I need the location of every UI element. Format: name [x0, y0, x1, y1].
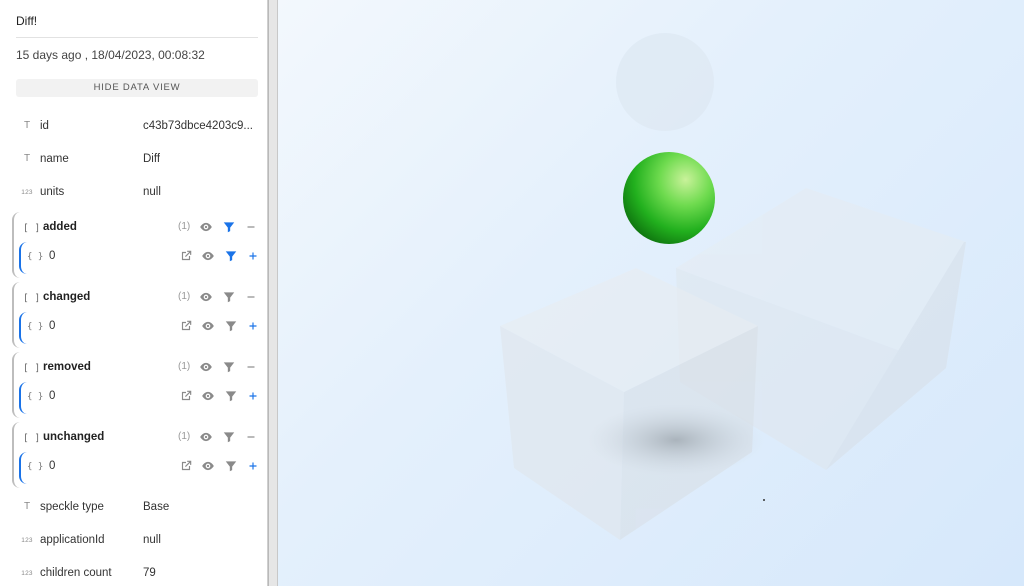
highlighted-sphere: [623, 152, 715, 244]
number-type-icon: 123: [21, 189, 33, 196]
collapse-minus-icon[interactable]: [244, 220, 258, 234]
number-type-icon: 123: [21, 537, 33, 544]
group-count: (1): [178, 431, 191, 442]
property-key: name: [40, 153, 69, 165]
expand-plus-icon[interactable]: [246, 319, 260, 333]
group-key: unchanged: [43, 431, 105, 443]
filter-icon[interactable]: [224, 249, 238, 263]
open-external-icon[interactable]: [179, 319, 193, 333]
filter-icon[interactable]: [224, 459, 238, 473]
property-row-children-count: 123 children count 79: [0, 562, 267, 586]
hide-data-view-button[interactable]: HIDE DATA VIEW: [16, 79, 258, 97]
open-external-icon[interactable]: [179, 459, 193, 473]
group-key: added: [43, 221, 77, 233]
property-row-id: T id c43b73dbce4203c9...: [0, 115, 267, 139]
filter-icon[interactable]: [222, 220, 236, 234]
group-key: removed: [43, 361, 91, 373]
property-value: null: [143, 186, 161, 198]
expand-plus-icon[interactable]: [246, 459, 260, 473]
eye-icon[interactable]: [201, 459, 215, 473]
array-icon: [ ]: [23, 433, 41, 444]
object-icon: { }: [27, 462, 44, 472]
property-row-name: T name Diff: [0, 148, 267, 172]
viewer-scene: [500, 33, 966, 540]
group-unchanged[interactable]: [ ] unchanged (1) { } 0: [12, 422, 264, 488]
eye-icon[interactable]: [201, 389, 215, 403]
child-item[interactable]: { } 0: [19, 382, 266, 414]
array-icon: [ ]: [23, 363, 41, 374]
3d-viewer-canvas[interactable]: [278, 0, 1024, 586]
scene-point: [763, 499, 765, 501]
eye-icon[interactable]: [199, 430, 213, 444]
ground-shadow: [588, 404, 764, 476]
group-count: (1): [178, 361, 191, 372]
property-key: children count: [40, 567, 112, 579]
child-key: 0: [49, 390, 56, 402]
open-external-icon[interactable]: [179, 389, 193, 403]
expand-plus-icon[interactable]: [246, 389, 260, 403]
open-external-icon[interactable]: [179, 249, 193, 263]
eye-icon[interactable]: [199, 220, 213, 234]
property-row-units: 123 units null: [0, 181, 267, 205]
property-key: speckle type: [40, 501, 104, 513]
object-title: Diff!: [16, 14, 38, 28]
property-value: c43b73dbce4203c9...: [143, 120, 253, 132]
property-value: null: [143, 534, 161, 546]
filter-icon[interactable]: [224, 319, 238, 333]
group-count: (1): [178, 291, 191, 302]
collapse-minus-icon[interactable]: [244, 360, 258, 374]
eye-icon[interactable]: [199, 290, 213, 304]
eye-icon[interactable]: [201, 249, 215, 263]
filter-icon[interactable]: [224, 389, 238, 403]
array-icon: [ ]: [23, 223, 41, 234]
ghost-cube-front: [500, 268, 758, 540]
filter-icon[interactable]: [222, 360, 236, 374]
text-type-icon: T: [23, 120, 31, 131]
child-key: 0: [49, 460, 56, 472]
data-view-panel: Diff! 15 days ago , 18/04/2023, 00:08:32…: [0, 0, 268, 586]
object-icon: { }: [27, 322, 44, 332]
array-icon: [ ]: [23, 293, 41, 304]
number-type-icon: 123: [21, 570, 33, 577]
text-type-icon: T: [23, 153, 31, 164]
property-value: 79: [143, 567, 156, 579]
title-divider: [16, 37, 258, 38]
child-item[interactable]: { } 0: [19, 312, 266, 344]
child-item[interactable]: { } 0: [19, 242, 266, 274]
object-icon: { }: [27, 392, 44, 402]
ghost-sphere: [616, 33, 714, 131]
filter-icon[interactable]: [222, 290, 236, 304]
expand-plus-icon[interactable]: [246, 249, 260, 263]
group-removed[interactable]: [ ] removed (1) { } 0: [12, 352, 264, 418]
group-added[interactable]: [ ] added (1) { } 0: [12, 212, 264, 278]
property-value: Base: [143, 501, 170, 513]
property-key: applicationId: [40, 534, 105, 546]
panel-resize-handle[interactable]: [268, 0, 278, 586]
text-type-icon: T: [23, 501, 31, 512]
eye-icon[interactable]: [201, 319, 215, 333]
child-key: 0: [49, 320, 56, 332]
property-value: Diff: [143, 153, 161, 165]
collapse-minus-icon[interactable]: [244, 430, 258, 444]
collapse-minus-icon[interactable]: [244, 290, 258, 304]
group-key: changed: [43, 291, 91, 303]
property-row-speckle-type: T speckle type Base: [0, 496, 267, 520]
group-count: (1): [178, 221, 191, 232]
group-changed[interactable]: [ ] changed (1) { } 0: [12, 282, 264, 348]
property-key: units: [40, 186, 65, 198]
filter-icon[interactable]: [222, 430, 236, 444]
object-date: 15 days ago , 18/04/2023, 00:08:32: [16, 48, 205, 62]
child-item[interactable]: { } 0: [19, 452, 266, 484]
eye-icon[interactable]: [199, 360, 213, 374]
property-key: id: [40, 120, 49, 132]
property-row-application-id: 123 applicationId null: [0, 529, 267, 553]
child-key: 0: [49, 250, 56, 262]
object-icon: { }: [27, 252, 44, 262]
